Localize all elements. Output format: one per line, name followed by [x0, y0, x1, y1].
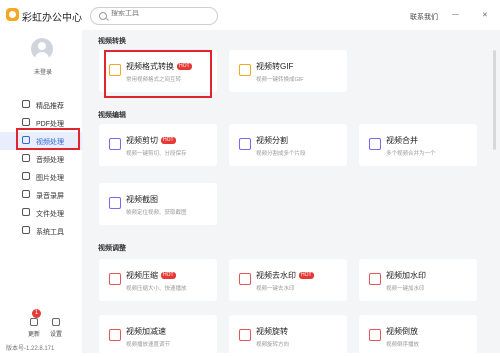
sidebar: 未登录 精品推荐 PDF处理 视频处理 音频处理 图片处理 录音录屏 文件处理: [0, 30, 82, 353]
compress-icon: [109, 273, 121, 285]
avatar[interactable]: [31, 38, 53, 60]
app-title: 彩虹办公中心: [22, 13, 82, 24]
search-icon: [99, 12, 107, 20]
gif-icon: [239, 64, 251, 76]
speed-icon: [109, 329, 121, 341]
card-video-split[interactable]: 视频分割 视频分割成多个片段: [229, 124, 347, 166]
sidebar-item-label: 录音录屏: [36, 193, 64, 200]
card-desc: 视频一键剪切、分段保存: [126, 151, 187, 157]
card-desc: 视频旋转方向: [256, 342, 290, 348]
card-title: 视频加减速: [126, 327, 166, 336]
card-title: 视频压缩 HOT: [126, 271, 176, 280]
update-label: 更新: [27, 332, 40, 338]
card-video-add-watermark[interactable]: 视频加水印 视频一键加水印: [359, 259, 477, 301]
audio-icon: [22, 154, 30, 162]
update-badge: 1: [32, 309, 41, 318]
card-desc: 视频分割成多个片段: [256, 151, 306, 157]
section-title-edit: 视频编辑: [98, 112, 126, 119]
card-title: 视频加水印: [386, 271, 426, 280]
tools-icon: [22, 226, 30, 234]
card-video-reverse[interactable]: 视频倒放 视频倒序播放: [359, 315, 477, 357]
settings-button[interactable]: 设置: [46, 318, 66, 338]
card-desc: 视频一键转换成GIF: [256, 77, 304, 83]
title-bar: 彩虹办公中心 联系我们 — ✕: [0, 0, 500, 30]
card-video-compress[interactable]: 视频压缩 HOT 视频压缩大小、快速播放: [99, 259, 217, 301]
screenshot-icon: [109, 197, 121, 209]
card-title: 视频剪切 HOT: [126, 136, 176, 145]
highlight-box-sidebar: [16, 128, 80, 150]
card-desc: 帧频定位视频、获取截图: [126, 210, 187, 216]
sidebar-item-record[interactable]: 录音录屏: [0, 186, 82, 204]
droplet-icon: [239, 273, 251, 285]
image-icon: [22, 172, 30, 180]
card-title: 视频去水印 HOT: [256, 271, 314, 280]
minimize-button[interactable]: —: [452, 11, 459, 18]
sidebar-item-tools[interactable]: 系统工具: [0, 222, 82, 240]
version-label: 版本号-1.22.8.171: [6, 346, 55, 352]
rotate-icon: [239, 329, 251, 341]
sidebar-item-label: 文件处理: [36, 211, 64, 218]
card-title: 视频倒放: [386, 327, 418, 336]
card-title: 视频截图: [126, 195, 158, 204]
sidebar-item-audio[interactable]: 音频处理: [0, 150, 82, 168]
droplet-icon: [369, 273, 381, 285]
pdf-icon: [22, 118, 30, 126]
card-video-rotate[interactable]: 视频旋转 视频旋转方向: [229, 315, 347, 357]
search-input[interactable]: [111, 10, 211, 17]
sidebar-item-recommend[interactable]: 精品推荐: [0, 96, 82, 114]
card-video-screenshot[interactable]: 视频截图 帧频定位视频、获取截图: [99, 183, 217, 225]
reverse-icon: [369, 329, 381, 341]
file-icon: [22, 208, 30, 216]
highlight-box-card: [104, 50, 212, 98]
card-title: 视频合并: [386, 136, 418, 145]
login-label[interactable]: 未登录: [34, 67, 52, 76]
card-video-merge[interactable]: 视频合并 多个视频合并为一个: [359, 124, 477, 166]
sidebar-item-label: 精品推荐: [36, 103, 64, 110]
card-video-to-gif[interactable]: 视频转GIF 视频一键转换成GIF: [229, 50, 347, 92]
app-logo-icon: [6, 8, 19, 21]
card-title: 视频转GIF: [256, 62, 294, 71]
scissors-icon: [109, 138, 121, 150]
split-icon: [239, 138, 251, 150]
section-title-adjust: 视频调整: [98, 245, 126, 252]
refresh-icon: [30, 318, 38, 326]
sidebar-item-image[interactable]: 图片处理: [0, 168, 82, 186]
card-desc: 视频倒序播放: [386, 342, 420, 348]
hot-badge: HOT: [299, 272, 314, 280]
card-desc: 视频播放速度调节: [126, 342, 171, 348]
merge-icon: [369, 138, 381, 150]
hot-badge: HOT: [161, 137, 176, 145]
search-box[interactable]: [90, 7, 218, 25]
gear-icon: [52, 318, 60, 326]
sidebar-item-label: 图片处理: [36, 175, 64, 182]
sidebar-item-file[interactable]: 文件处理: [0, 204, 82, 222]
record-icon: [22, 190, 30, 198]
sidebar-item-label: 系统工具: [36, 229, 64, 236]
card-desc: 视频一键去水印: [256, 286, 295, 292]
sidebar-nav: 精品推荐 PDF处理 视频处理 音频处理 图片处理 录音录屏 文件处理 系统工具: [0, 96, 82, 240]
update-button[interactable]: 更新: [24, 318, 44, 338]
scrollbar[interactable]: [493, 50, 496, 150]
star-icon: [22, 100, 30, 108]
card-video-remove-watermark[interactable]: 视频去水印 HOT 视频一键去水印: [229, 259, 347, 301]
card-title: 视频旋转: [256, 327, 288, 336]
contact-us-link[interactable]: 联系我们: [410, 12, 438, 22]
sidebar-item-label: 音频处理: [36, 157, 64, 164]
card-video-speed[interactable]: 视频加减速 视频播放速度调节: [99, 315, 217, 357]
card-title: 视频分割: [256, 136, 288, 145]
card-desc: 多个视频合并为一个: [386, 151, 436, 157]
settings-label: 设置: [49, 332, 62, 338]
close-button[interactable]: ✕: [482, 11, 488, 19]
card-desc: 视频压缩大小、快速播放: [126, 286, 187, 292]
section-title-convert: 视频转换: [98, 38, 126, 45]
card-video-cut[interactable]: 视频剪切 HOT 视频一键剪切、分段保存: [99, 124, 217, 166]
hot-badge: HOT: [161, 272, 176, 280]
card-desc: 视频一键加水印: [386, 286, 425, 292]
